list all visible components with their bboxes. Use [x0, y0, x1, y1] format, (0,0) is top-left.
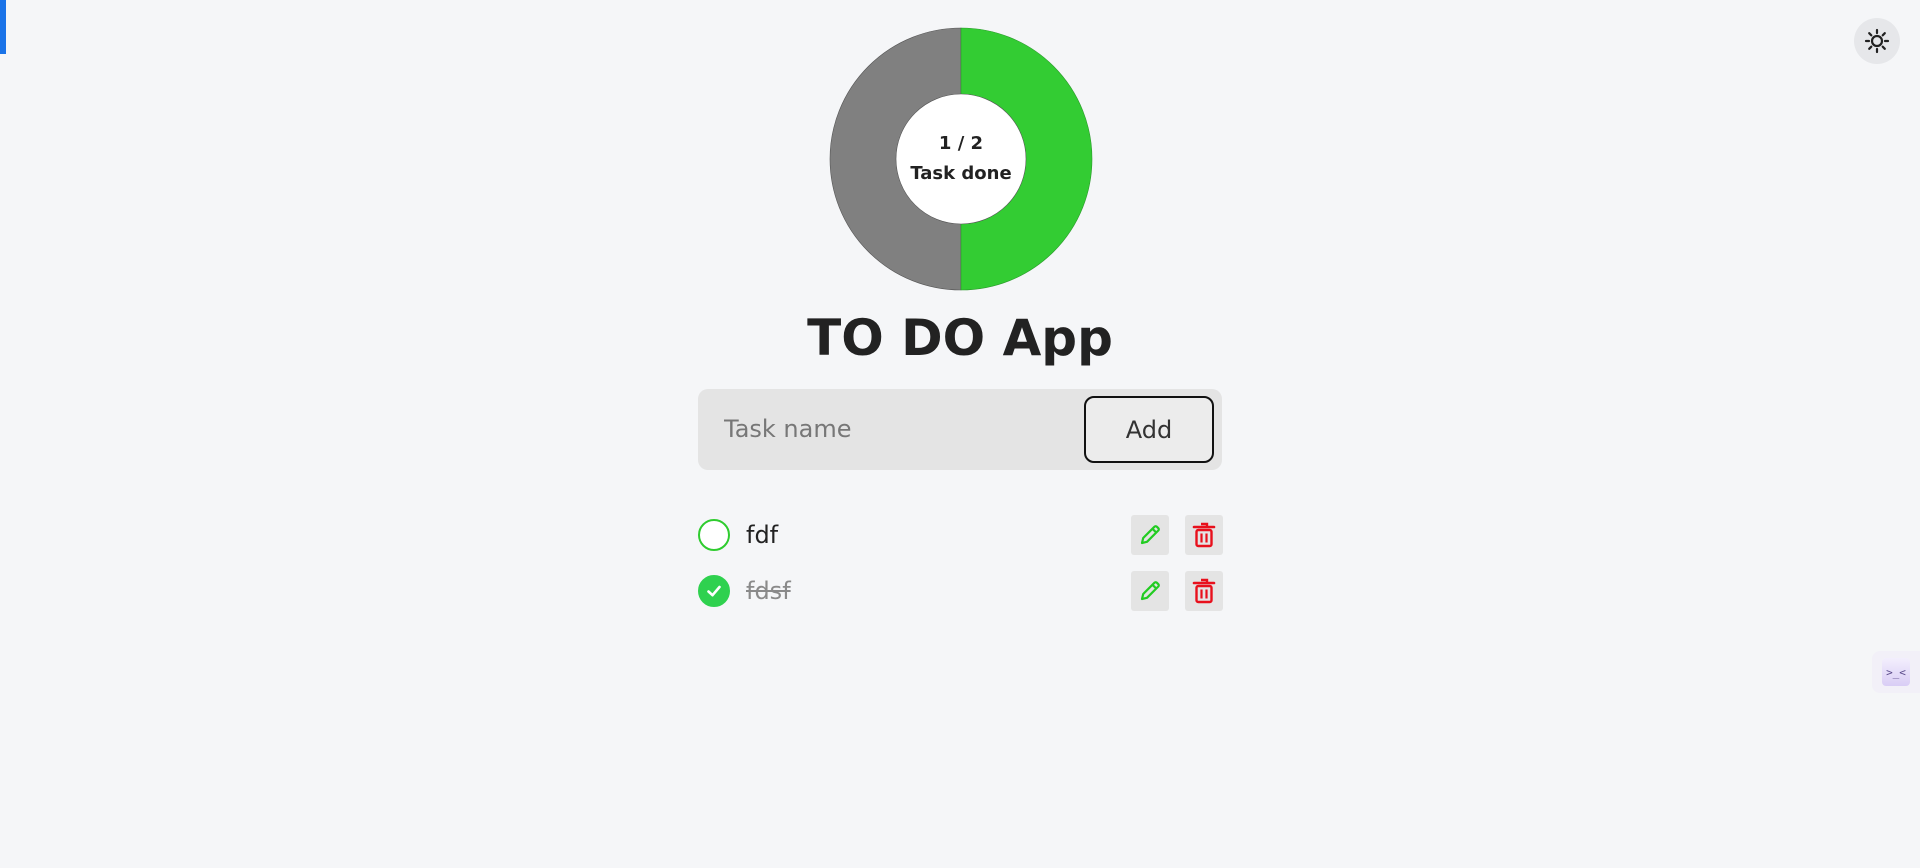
trash-icon	[1192, 578, 1216, 604]
top-accent-bar	[0, 0, 6, 54]
task-name-input[interactable]	[712, 401, 1066, 457]
task-item: fdsf	[698, 571, 1223, 611]
pencil-icon	[1140, 581, 1160, 601]
add-button[interactable]: Add	[1084, 396, 1214, 463]
theme-toggle-button[interactable]	[1854, 18, 1900, 64]
task-checkbox[interactable]	[698, 519, 730, 551]
trash-icon	[1192, 522, 1216, 548]
task-list: fdf fdsf	[698, 515, 1223, 627]
task-name: fdsf	[746, 577, 791, 605]
edit-task-button[interactable]	[1131, 515, 1169, 555]
pencil-icon	[1140, 525, 1160, 545]
delete-task-button[interactable]	[1185, 515, 1223, 555]
progress-donut: 1 / 2 Task done	[829, 27, 1093, 291]
task-name: fdf	[746, 521, 779, 549]
progress-donut-chart	[829, 27, 1093, 291]
side-widget-badge: >_<	[1882, 658, 1910, 686]
donut-hole	[895, 93, 1027, 225]
task-item: fdf	[698, 515, 1223, 555]
edit-task-button[interactable]	[1131, 571, 1169, 611]
task-checkbox[interactable]	[698, 575, 730, 607]
add-task-form: Add	[698, 389, 1222, 470]
delete-task-button[interactable]	[1185, 571, 1223, 611]
side-widget[interactable]: >_<	[1872, 651, 1920, 693]
sun-icon	[1864, 28, 1890, 54]
checkmark-icon	[707, 585, 721, 597]
page-title: TO DO App	[807, 309, 1113, 367]
